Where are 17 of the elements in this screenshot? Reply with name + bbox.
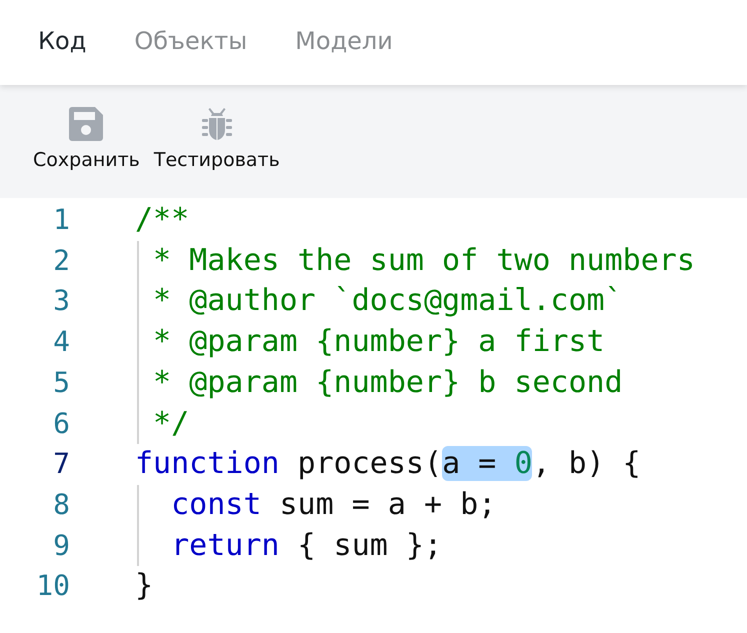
line-number: 10 <box>35 568 70 604</box>
tab[interactable]: Код <box>26 22 98 58</box>
code-line: } <box>135 567 154 606</box>
save-button[interactable]: Сохранить <box>26 107 147 171</box>
line-number: 3 <box>52 283 70 320</box>
line-number: 1 <box>52 202 70 238</box>
line-number: 6 <box>52 406 70 442</box>
line-number: 4 <box>52 324 70 360</box>
test-button[interactable]: Тестировать <box>146 107 287 171</box>
line-number: 5 <box>52 364 70 401</box>
line-number: 7 <box>52 446 70 482</box>
line-number: 9 <box>52 528 70 564</box>
code-line: /** <box>135 201 190 239</box>
bug-icon <box>200 107 233 141</box>
line-number: 2 <box>52 242 70 279</box>
line-number: 8 <box>52 486 70 523</box>
code-line: function process(a = 0, b) { <box>135 445 642 484</box>
